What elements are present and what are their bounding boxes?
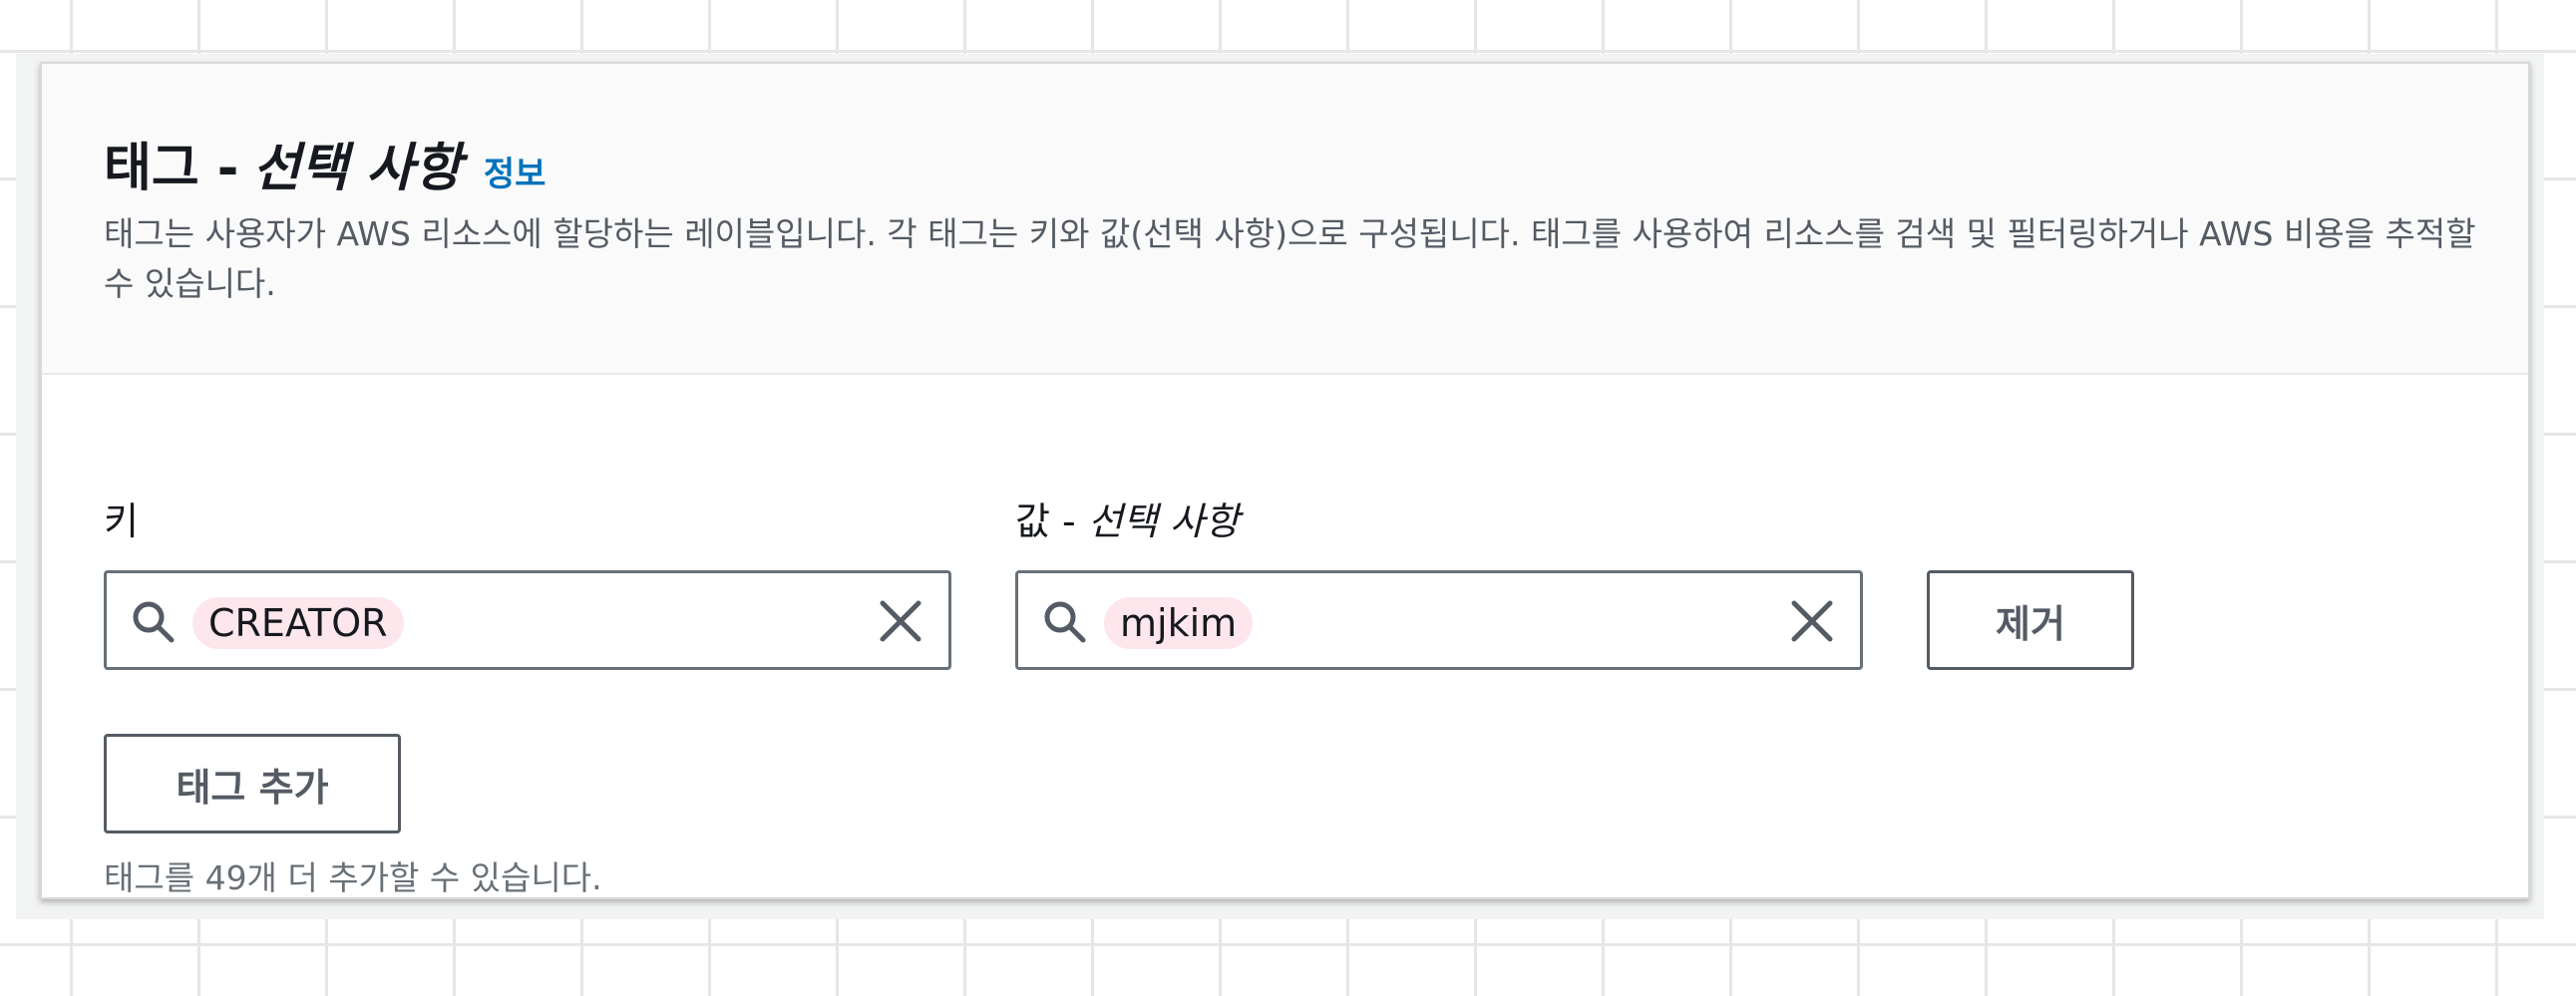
panel-header: 태그 - 선택 사항 정보 태그는 사용자가 AWS 리소스에 할당하는 레이블… [42, 64, 2528, 375]
key-label: 키 [104, 499, 139, 543]
add-tag-button[interactable]: 태그 추가 [104, 734, 401, 833]
title-optional-text: 선택 사항 [252, 139, 462, 198]
value-label-text: 값 - [1015, 499, 1076, 543]
close-icon[interactable] [1786, 595, 1838, 647]
title-text: 태그 - [104, 139, 239, 198]
search-icon [1044, 601, 1086, 643]
key-input[interactable]: CREATOR [104, 570, 951, 670]
panel-title: 태그 - 선택 사항 정보 [104, 126, 547, 198]
panel-description: 태그는 사용자가 AWS 리소스에 할당하는 레이블입니다. 각 태그는 키와 … [104, 214, 2476, 303]
value-input[interactable]: mjkim [1015, 570, 1863, 670]
remove-button[interactable]: 제거 [1927, 570, 2134, 670]
value-label-optional: 선택 사항 [1087, 499, 1240, 543]
value-token: mjkim [1104, 597, 1254, 649]
info-link[interactable]: 정보 [484, 147, 547, 195]
tags-panel: 태그 - 선택 사항 정보 태그는 사용자가 AWS 리소스에 할당하는 레이블… [40, 62, 2530, 899]
key-token: CREATOR [192, 597, 404, 649]
search-icon [133, 601, 175, 643]
remaining-tags-hint: 태그를 49개 더 추가할 수 있습니다. [104, 858, 602, 897]
value-label: 값 - 선택 사항 [1015, 491, 1240, 545]
close-icon[interactable] [875, 595, 926, 647]
